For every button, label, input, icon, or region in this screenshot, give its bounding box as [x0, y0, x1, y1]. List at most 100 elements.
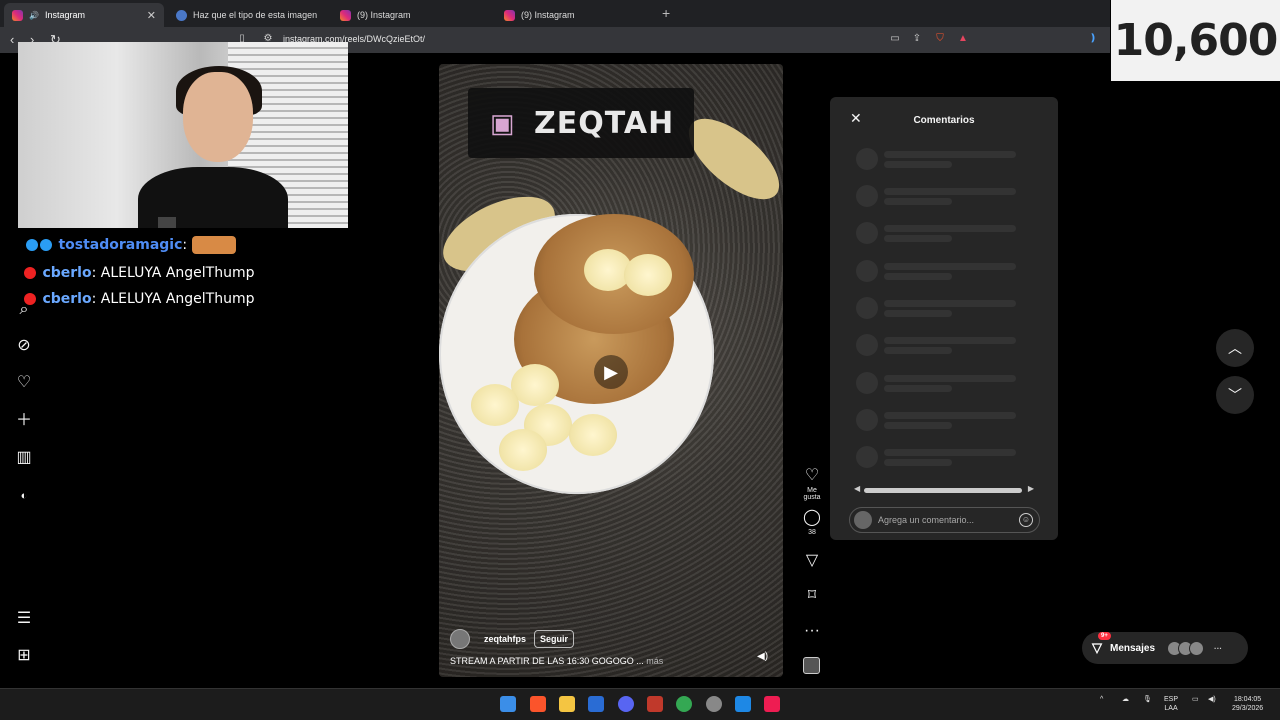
file-explorer-icon[interactable]: [559, 696, 575, 712]
comment-button[interactable]: ◯ 38: [800, 509, 824, 536]
horizontal-scrollbar[interactable]: ◀ ▶: [854, 484, 1034, 496]
tab-instagram-3[interactable]: (9) Instagram: [496, 3, 656, 27]
chat-username: tostadoramagic: [58, 237, 183, 253]
avatar: [854, 511, 872, 529]
volume-icon[interactable]: ◀): [1208, 695, 1216, 704]
follow-button[interactable]: Seguir: [534, 630, 575, 648]
comment-icon: ◯: [803, 509, 821, 526]
twitch-channel-name: ZEQTAH: [534, 105, 675, 141]
tiktok-icon[interactable]: [764, 696, 780, 712]
webcam-feed: [18, 42, 348, 228]
display-icon[interactable]: ▭: [1192, 695, 1199, 704]
taskbar: [0, 688, 1280, 720]
brave-rewards-icon[interactable]: ▲: [957, 33, 969, 45]
more-icon[interactable]: ⊞: [14, 646, 34, 666]
messenger-icon: ▽ 9+: [1092, 632, 1111, 656]
back-icon[interactable]: ‹: [10, 32, 14, 47]
instagram-icon: [12, 9, 23, 21]
author-name[interactable]: zeqtahfps: [484, 634, 526, 644]
chat-badge-icon: [40, 239, 52, 251]
speaker-icon: 🔊: [29, 10, 39, 20]
emoji-icon[interactable]: ☺: [1019, 513, 1033, 527]
reel-caption: STREAM A PARTIR DE LAS 16:30 GOGOGO ... …: [450, 656, 663, 666]
twitch-overlay: ▣ ZEQTAH: [468, 88, 694, 158]
search-icon[interactable]: ⌕: [14, 300, 34, 320]
bing-icon[interactable]: [588, 696, 604, 712]
chat-message: : ALELUYA AngelThump: [91, 265, 255, 281]
tab-label: Instagram: [44, 10, 85, 20]
audio-thumbnail[interactable]: [803, 657, 820, 674]
cursor-app-icon[interactable]: [735, 696, 751, 712]
cast-icon[interactable]: ▭: [889, 33, 901, 45]
previous-reel-button[interactable]: ︿: [1216, 329, 1254, 367]
reel-author: zeqtahfps Seguir: [450, 629, 575, 649]
dashboard-icon[interactable]: ▥: [14, 448, 34, 468]
chat-badge-icon: [24, 267, 36, 279]
like-label: Me gusta: [803, 487, 821, 501]
send-icon: ▽: [805, 552, 819, 569]
close-tab-icon[interactable]: ✕: [147, 9, 156, 22]
chat-line: tostadoramagic:: [26, 236, 236, 254]
clock-date: 29/3/2026: [1232, 705, 1264, 712]
start-icon[interactable]: [500, 696, 516, 712]
clock[interactable]: 18:04:05 29/3/2026: [1232, 695, 1263, 713]
new-tab-button[interactable]: +: [662, 5, 670, 21]
play-icon[interactable]: ▶: [594, 355, 628, 389]
chat-username: cberlo: [42, 291, 92, 307]
more-options-button[interactable]: ···: [800, 622, 824, 640]
comments-panel: ✕ Comentarios ◀ ▶ ☺: [830, 97, 1058, 540]
tab-instagram-active[interactable]: 🔊 Instagram ✕: [4, 3, 164, 27]
messages-button[interactable]: ▽ 9+ Mensajes ···: [1082, 632, 1248, 664]
share-button[interactable]: ▽: [800, 552, 824, 570]
settings-icon[interactable]: [706, 696, 722, 712]
comments-title: Comentarios: [913, 115, 975, 126]
ai-chat-icon: [176, 9, 187, 21]
tab-image-prompt[interactable]: Haz que el tipo de esta imagen digε: [168, 3, 328, 27]
instagram-icon: [504, 9, 515, 21]
menu-icon[interactable]: ☰: [14, 609, 34, 629]
more-icon: ···: [804, 622, 820, 639]
explore-icon[interactable]: ⊘: [14, 336, 34, 356]
comment-input[interactable]: [878, 515, 1013, 525]
scroll-left-icon[interactable]: ◀: [854, 484, 860, 493]
twitch-icon: ▣: [490, 108, 515, 138]
viewer-counter: 10,600: [1111, 0, 1280, 81]
profile-icon[interactable]: ◐: [14, 486, 34, 506]
messages-label: Mensajes: [1110, 642, 1156, 654]
language-indicator[interactable]: ESP LAA: [1164, 695, 1178, 713]
layout-code: LAA: [1164, 705, 1178, 712]
tab-instagram-2[interactable]: (9) Instagram: [332, 3, 492, 27]
volume-icon[interactable]: ◀): [757, 651, 768, 662]
next-reel-button[interactable]: ﹀: [1216, 376, 1254, 414]
mic-icon[interactable]: 🎙: [1143, 695, 1152, 704]
like-button[interactable]: ♡ Me gusta: [800, 467, 824, 501]
chat-line: cberlo: ALELUYA AngelThump: [24, 291, 255, 307]
heart-icon: ♡: [804, 467, 820, 484]
comment-count: 38: [808, 529, 816, 536]
notifications-icon[interactable]: ♡: [14, 373, 34, 393]
onedrive-icon[interactable]: ☁: [1122, 695, 1129, 704]
discord-icon[interactable]: [618, 696, 634, 712]
chrome-icon[interactable]: [676, 696, 692, 712]
tab-label: Haz que el tipo de esta imagen digε: [193, 10, 320, 20]
save-button[interactable]: ⌑: [800, 587, 824, 605]
bookmark-icon: ⌑: [807, 587, 817, 604]
extension-icon[interactable]: ❫: [1087, 33, 1099, 45]
more-icon: ···: [1214, 643, 1223, 653]
avatar[interactable]: [450, 629, 470, 649]
tray-chevron-icon[interactable]: ^: [1100, 695, 1103, 704]
caption-more-link[interactable]: más: [646, 656, 663, 666]
brave-shield-icon[interactable]: ⛉: [934, 33, 946, 45]
create-icon[interactable]: ＋: [14, 411, 34, 431]
brave-icon[interactable]: [530, 696, 546, 712]
scroll-right-icon[interactable]: ▶: [1028, 484, 1034, 493]
chat-emote: [191, 236, 236, 254]
clock-time: 18:04:05: [1233, 696, 1262, 703]
share-icon[interactable]: ⇪: [911, 33, 923, 45]
language-code: ESP: [1164, 696, 1179, 703]
tab-label: (9) Instagram: [521, 10, 575, 20]
instagram-icon: [340, 9, 351, 21]
calendar-icon[interactable]: [647, 696, 663, 712]
chat-username: cberlo: [42, 265, 92, 281]
tab-label: (9) Instagram: [357, 10, 411, 20]
